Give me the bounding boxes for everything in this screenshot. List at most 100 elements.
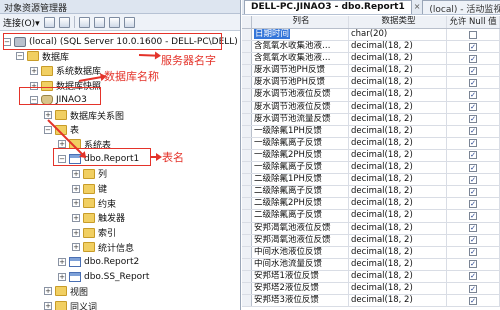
data-type-cell[interactable]: decimal(18, 2) bbox=[349, 101, 447, 113]
column-name-cell[interactable]: 废水调节池PH反馈 bbox=[252, 65, 349, 77]
allow-null-checkbox[interactable]: ✓ bbox=[469, 296, 477, 305]
table-row[interactable]: 一级除氟1PH反馈 decimal(18, 2) ✓ bbox=[242, 125, 500, 138]
row-selector[interactable] bbox=[242, 29, 252, 41]
table-row[interactable]: 安邦渴氧池液位反馈 decimal(18, 2) ✓ bbox=[242, 234, 500, 247]
allow-null-checkbox[interactable]: ✓ bbox=[469, 139, 477, 148]
row-selector[interactable] bbox=[242, 222, 252, 234]
column-name-cell[interactable]: 安邦渴氧池液位反馈 bbox=[252, 222, 349, 234]
expand-icon[interactable]: + bbox=[72, 243, 80, 252]
row-selector[interactable] bbox=[242, 162, 252, 174]
expand-icon[interactable]: + bbox=[44, 287, 52, 296]
table-row[interactable]: 中间水池液位反馈 decimal(18, 2) ✓ bbox=[242, 246, 500, 259]
column-name-cell[interactable]: 二级除氟2PH反馈 bbox=[252, 198, 349, 210]
table-row[interactable]: 废水调节池PH反馈 decimal(18, 2) ✓ bbox=[242, 65, 500, 78]
table-row[interactable]: 二级除氟离子反馈 decimal(18, 2) ✓ bbox=[242, 210, 500, 223]
row-selector[interactable] bbox=[242, 198, 252, 210]
expand-icon[interactable]: + bbox=[58, 272, 66, 281]
column-name-cell[interactable]: 一级除氟离子反馈 bbox=[252, 162, 349, 174]
tree-node[interactable]: + 同义词 bbox=[44, 299, 97, 310]
column-name-cell[interactable]: 废水调节池液位反馈 bbox=[252, 89, 349, 101]
collapse-icon[interactable]: − bbox=[44, 125, 52, 134]
column-name-cell[interactable]: 一级除氟离子反馈 bbox=[252, 137, 349, 149]
data-type-cell[interactable]: decimal(18, 2) bbox=[349, 41, 447, 53]
table-row[interactable]: 安邦渴氧池液位反馈 decimal(18, 2) ✓ bbox=[242, 222, 500, 235]
tree-node[interactable]: + dbo.Report2 bbox=[58, 255, 139, 270]
table-row[interactable]: 废水调节池液位反馈 decimal(18, 2) ✓ bbox=[242, 89, 500, 102]
table-row[interactable]: 安邦塔2液位反馈 decimal(18, 2) ✓ bbox=[242, 282, 500, 296]
data-type-cell[interactable]: decimal(18, 2) bbox=[349, 282, 447, 295]
data-type-cell[interactable]: decimal(18, 2) bbox=[349, 149, 447, 162]
data-type-cell[interactable]: decimal(18, 2) bbox=[349, 125, 447, 137]
tab-activity-monitor[interactable]: (local) - 活动监视器 bbox=[422, 0, 500, 15]
row-selector[interactable] bbox=[242, 186, 252, 198]
allow-null-checkbox[interactable]: ✓ bbox=[469, 284, 477, 293]
tree-node[interactable]: + 索引 bbox=[72, 225, 116, 240]
data-type-cell[interactable]: decimal(18, 2) bbox=[349, 53, 447, 65]
row-selector[interactable] bbox=[242, 65, 252, 77]
allow-null-checkbox[interactable]: ✓ bbox=[469, 115, 477, 124]
stop-icon[interactable] bbox=[78, 16, 90, 28]
data-type-cell[interactable]: decimal(18, 2) bbox=[349, 222, 447, 234]
allow-null-checkbox[interactable]: ✓ bbox=[469, 260, 477, 269]
data-type-cell[interactable]: decimal(18, 2) bbox=[349, 258, 447, 270]
tree-node[interactable]: + 数据库关系图 bbox=[44, 108, 124, 123]
column-name-cell[interactable]: 日期时间 bbox=[252, 29, 349, 41]
expand-icon[interactable]: + bbox=[72, 169, 80, 178]
data-type-cell[interactable]: decimal(18, 2) bbox=[349, 174, 447, 186]
row-selector[interactable] bbox=[242, 125, 252, 137]
tree-node[interactable]: + 约束 bbox=[72, 196, 116, 211]
column-name-cell[interactable]: 二级除氟1PH反馈 bbox=[252, 174, 349, 186]
row-selector[interactable] bbox=[242, 137, 252, 149]
table-row[interactable]: 中间水池流量反馈 decimal(18, 2) ✓ bbox=[242, 258, 500, 271]
filter-icon[interactable] bbox=[93, 16, 105, 28]
row-selector[interactable] bbox=[242, 113, 252, 125]
column-name-cell[interactable]: 一级除氟2PH反馈 bbox=[252, 149, 349, 162]
refresh-icon[interactable] bbox=[108, 16, 120, 28]
data-type-cell[interactable]: char(20) bbox=[349, 29, 447, 41]
row-selector[interactable] bbox=[242, 270, 252, 282]
expand-icon[interactable]: + bbox=[72, 228, 80, 237]
expand-icon[interactable]: + bbox=[72, 199, 80, 208]
allow-null-checkbox[interactable]: ✓ bbox=[469, 127, 477, 136]
row-selector[interactable] bbox=[242, 258, 252, 270]
data-type-cell[interactable]: decimal(18, 2) bbox=[349, 246, 447, 258]
allow-null-checkbox[interactable]: ✓ bbox=[469, 91, 477, 100]
table-row[interactable]: 含氮氧水收集池液… decimal(18, 2) ✓ bbox=[242, 53, 500, 66]
row-selector[interactable] bbox=[242, 174, 252, 186]
expand-icon[interactable]: + bbox=[44, 111, 52, 119]
allow-null-checkbox[interactable]: ✓ bbox=[469, 151, 477, 160]
allow-null-checkbox[interactable]: ✓ bbox=[469, 42, 477, 51]
table-row[interactable]: 日期时间 char(20) bbox=[242, 29, 500, 42]
column-name-cell[interactable]: 安邦渴氧池液位反馈 bbox=[252, 234, 349, 246]
row-selector[interactable] bbox=[242, 149, 252, 162]
table-row[interactable]: 安邦塔1液位反馈 decimal(18, 2) ✓ bbox=[242, 270, 500, 283]
column-name-cell[interactable]: 含氮氧水收集池液… bbox=[252, 53, 349, 65]
column-name-cell[interactable]: 废水调节池流量反馈 bbox=[252, 113, 349, 125]
column-name-cell[interactable]: 安邦塔1液位反馈 bbox=[252, 270, 349, 282]
row-selector[interactable] bbox=[242, 282, 252, 295]
allow-null-checkbox[interactable]: ✓ bbox=[469, 163, 477, 172]
column-name-cell[interactable]: 安邦塔2液位反馈 bbox=[252, 282, 349, 295]
row-selector[interactable] bbox=[242, 53, 252, 65]
table-row[interactable]: 安邦塔3液位反馈 decimal(18, 2) ✓ bbox=[242, 295, 500, 308]
column-name-cell[interactable]: 安邦塔3液位反馈 bbox=[252, 295, 349, 307]
table-row[interactable]: 废水调节池流量反馈 decimal(18, 2) ✓ bbox=[242, 113, 500, 126]
table-row[interactable]: 废水调节池PH反馈 decimal(18, 2) ✓ bbox=[242, 77, 500, 90]
data-type-cell[interactable]: decimal(18, 2) bbox=[349, 113, 447, 125]
table-row[interactable]: 一级除氟2PH反馈 decimal(18, 2) ✓ bbox=[242, 149, 500, 163]
tree-node[interactable]: + 统计信息 bbox=[72, 240, 134, 255]
tree-node[interactable]: + dbo.SS_Report bbox=[58, 269, 149, 284]
table-row[interactable]: 一级除氟离子反馈 decimal(18, 2) ✓ bbox=[242, 137, 500, 150]
row-selector[interactable] bbox=[242, 295, 252, 307]
expand-icon[interactable]: + bbox=[72, 184, 80, 193]
data-type-cell[interactable]: decimal(18, 2) bbox=[349, 295, 447, 307]
allow-null-checkbox[interactable]: ✓ bbox=[469, 224, 477, 233]
allow-null-checkbox[interactable]: ✓ bbox=[469, 211, 477, 220]
column-name-cell[interactable]: 含氮氧水收集池液… bbox=[252, 41, 349, 53]
allow-null-checkbox[interactable]: ✓ bbox=[469, 199, 477, 208]
tab-report1-designer[interactable]: DELL-PC.JINAO3 - dbo.Report1 bbox=[244, 0, 412, 14]
tree-node[interactable]: − 数据库 bbox=[16, 49, 69, 64]
allow-null-checkbox[interactable]: ✓ bbox=[469, 187, 477, 196]
allow-null-checkbox[interactable]: ✓ bbox=[469, 272, 477, 281]
data-type-cell[interactable]: decimal(18, 2) bbox=[349, 65, 447, 77]
